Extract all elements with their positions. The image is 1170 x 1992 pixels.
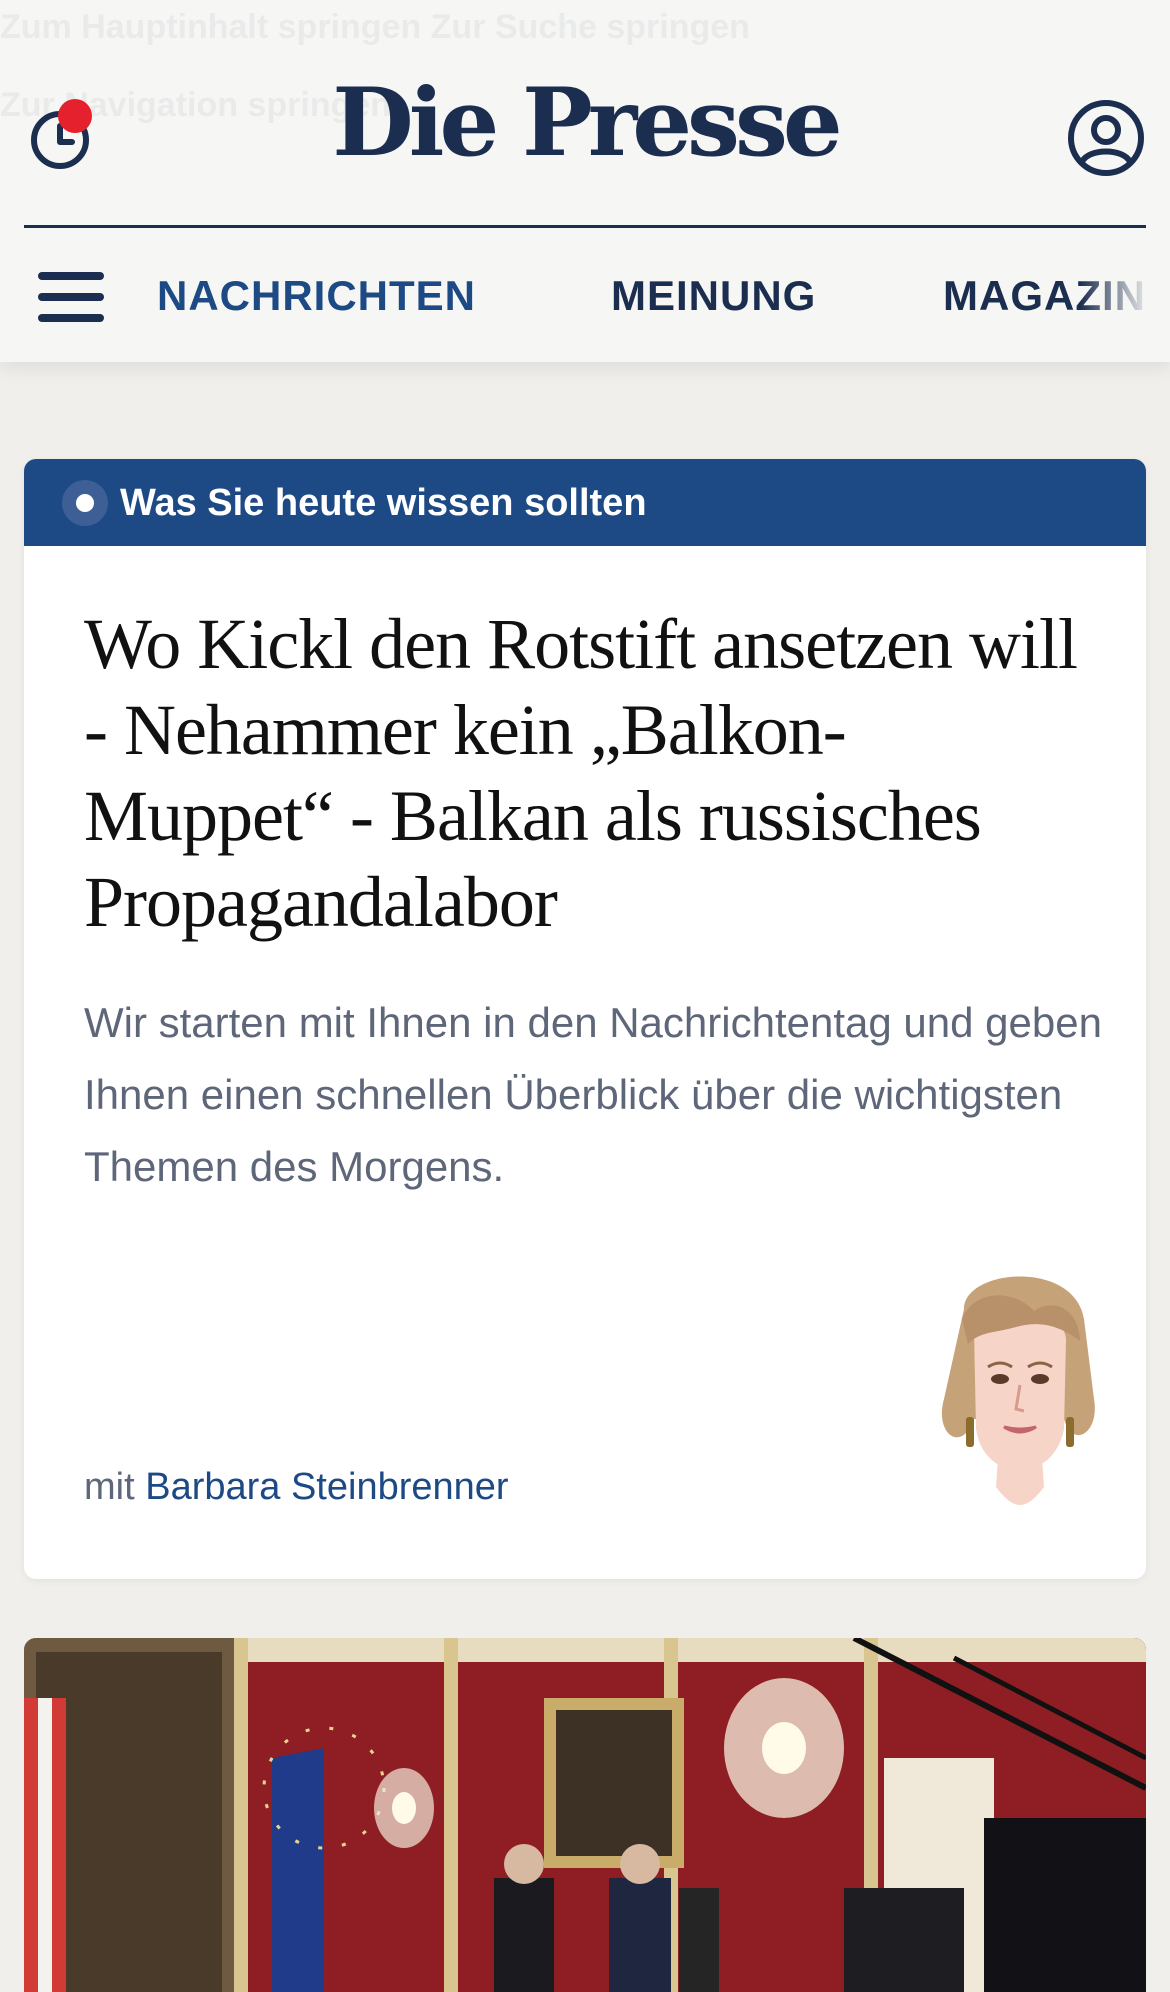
skip-links-ghost: Zum Hauptinhalt springen Zur Suche sprin… [0,8,750,46]
briefing-card[interactable]: Was Sie heute wissen sollten Wo Kickl de… [24,459,1146,1579]
byline-prefix: mit [84,1466,135,1508]
nav-scroll-fade [1080,262,1170,332]
hamburger-menu-icon [38,272,104,280]
account-button[interactable] [1066,98,1146,178]
article-teaser: Wir starten mit Ihnen in den Nachrichten… [84,999,1102,1190]
briefing-banner-label: Was Sie heute wissen sollten [120,482,647,524]
site-logo[interactable]: Die Presse [0,76,1170,170]
live-indicator-icon [62,480,108,526]
user-account-icon [1068,100,1144,176]
briefing-banner: Was Sie heute wissen sollten [24,459,1146,546]
author-avatar [941,1276,1095,1505]
byline: mit Barbara Steinbrenner [84,1463,509,1511]
author-link[interactable]: Barbara Steinbrenner [145,1466,508,1508]
menu-button[interactable] [38,270,106,324]
article-photo[interactable] [24,1638,1146,1992]
header-divider [24,225,1146,228]
nav-item-meinung[interactable]: MEINUNG [611,272,816,320]
article-headline[interactable]: Wo Kickl den Rotstift ansetzen will - Ne… [84,601,1094,945]
nav-item-nachrichten[interactable]: NACHRICHTEN [157,272,476,320]
site-header: Zum Hauptinhalt springen Zur Suche sprin… [0,0,1170,362]
